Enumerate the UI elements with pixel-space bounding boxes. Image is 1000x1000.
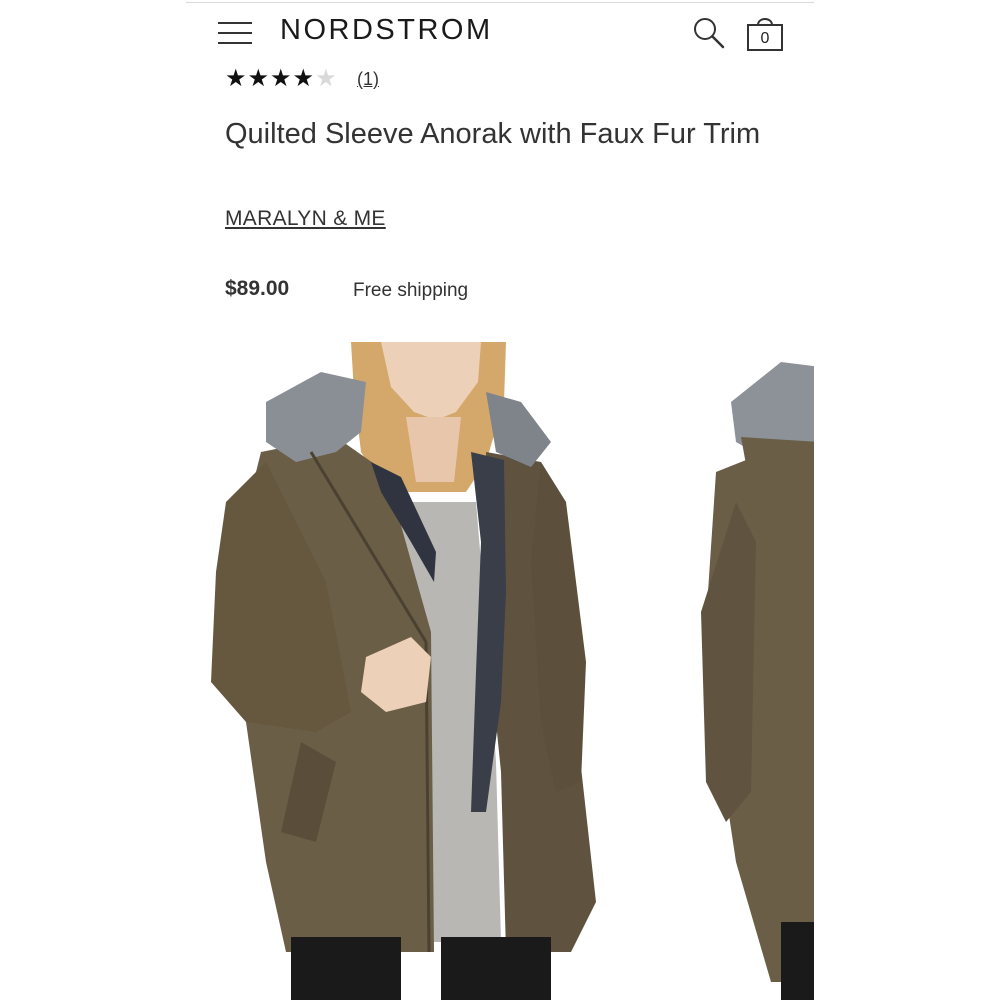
star-empty-icon: ★ <box>315 65 338 92</box>
star-icon: ★ <box>270 65 293 92</box>
hamburger-menu-icon[interactable] <box>218 17 252 45</box>
bag-count: 0 <box>760 30 770 47</box>
review-count-link[interactable]: (1) <box>357 69 379 90</box>
product-photo-front[interactable] <box>186 342 686 1000</box>
site-header: NORDSTROM 0 <box>186 8 814 58</box>
top-divider <box>186 2 814 3</box>
star-icon: ★ <box>225 65 248 92</box>
product-photo-back[interactable] <box>696 342 814 1000</box>
shipping-info: Free shipping <box>353 280 469 301</box>
shopping-bag-button[interactable]: 0 <box>745 12 785 52</box>
product-image-carousel[interactable] <box>186 342 814 1000</box>
brand-link[interactable]: MARALYN & ME <box>225 207 386 231</box>
star-icon: ★ <box>292 65 316 92</box>
product-price: $89.00 <box>225 277 290 300</box>
search-icon[interactable] <box>692 16 726 50</box>
store-logo[interactable]: NORDSTROM <box>280 14 493 47</box>
product-title: Quilted Sleeve Anorak with Faux Fur Trim <box>225 118 761 150</box>
star-icon: ★ <box>247 65 271 92</box>
star-rating: ★★★★★ <box>225 64 338 93</box>
product-page: NORDSTROM 0 ★★★★★ (1) Quilted Sleeve Ano… <box>186 0 814 1000</box>
